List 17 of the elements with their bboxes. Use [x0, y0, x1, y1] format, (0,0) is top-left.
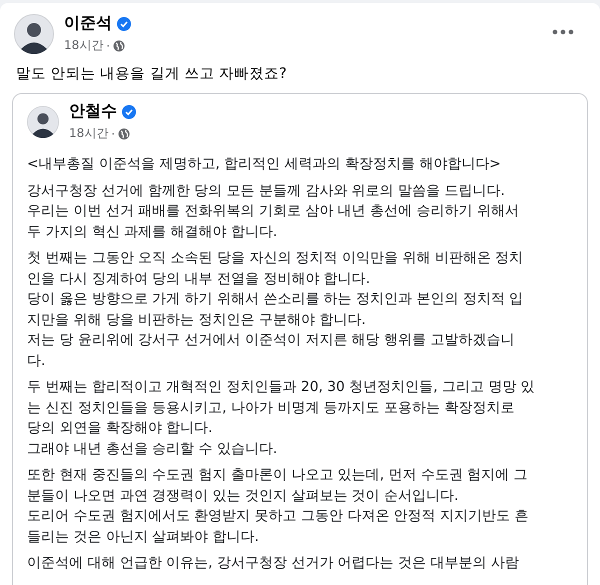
post-paragraph: 첫 번째는 그동안 오직 소속된 당을 자신의 정치적 이익만을 위해 비판해온 정치 인을 다시 징계하여 당의 내부 전열을 정비해야 합니다. 당이 옳은 방향으로 가게 하기 위해서 쓴소리를 하는 정치인과 본인의 정치적 입 지만을 위해 당을 비판하는 정치인은 구분해야 합니다. 저는 당 윤리위에 강서구 선거에서 이준석이 저지른 해당 행위를 고발하겠습니 다. [27, 249, 524, 370]
more-options-icon[interactable] [552, 29, 574, 35]
post-paragraph: <내부총질 이준석을 제명하고, 합리적인 세력과의 확장정치를 해야합니다> [27, 155, 502, 174]
post-paragraph: 이준석에 대해 언급한 이유는, 강서구청장 선거가 어렵다는 것은 대부분의 사람 [27, 554, 520, 573]
avatar-icon[interactable] [14, 14, 54, 54]
post-paragraph: 두 번째는 합리적이고 개혁적인 정치인들과 20, 30 청년정치인들, 그리고 명망 있 는 신진 정치인들을 등용시키고, 나아가 비명계 등까지도 포용하는 확장정치로 당의 외연을 확장해야 합니다. 그래야 내년 총선을 승리할 수 있습니다. [27, 378, 536, 458]
post-time[interactable]: 18시간 [69, 125, 108, 142]
separator-dot: · [111, 126, 116, 140]
post-paragraph: 강서구청장 선거에 함께한 당의 모든 분들께 감사와 위로의 말씀을 드립니다. 우리는 이번 선거 패배를 전화위복의 기회로 삼아 내년 총선에 승리하기 위해서 두 가지의 혁신 과제를 해결해야 합니다. [27, 182, 520, 242]
author-name[interactable]: 이준석 [64, 13, 112, 34]
avatar-icon[interactable] [27, 106, 59, 138]
author-name[interactable]: 안철수 [69, 101, 117, 122]
shared-post-card[interactable] [12, 93, 588, 585]
post-paragraph: 또한 현재 중진들의 수도권 험지 출마론이 나오고 있는데, 먼저 수도권 험지에 그 분들이 나오면 과연 경쟁력이 있는 것인지 살펴보는 것이 순서입니다. 도리어 수도권 험지에서도 환영받지 못하고 그동안 다져온 안정적 지지기반도 흔 들리는 것은 아닌지 살펴봐야 합니다. [27, 466, 530, 546]
post-caption: 말도 안되는 내용을 길게 쓰고 자빠졌죠? [16, 65, 288, 83]
post-time[interactable]: 18시간 [64, 37, 104, 54]
separator-dot: · [106, 38, 110, 52]
